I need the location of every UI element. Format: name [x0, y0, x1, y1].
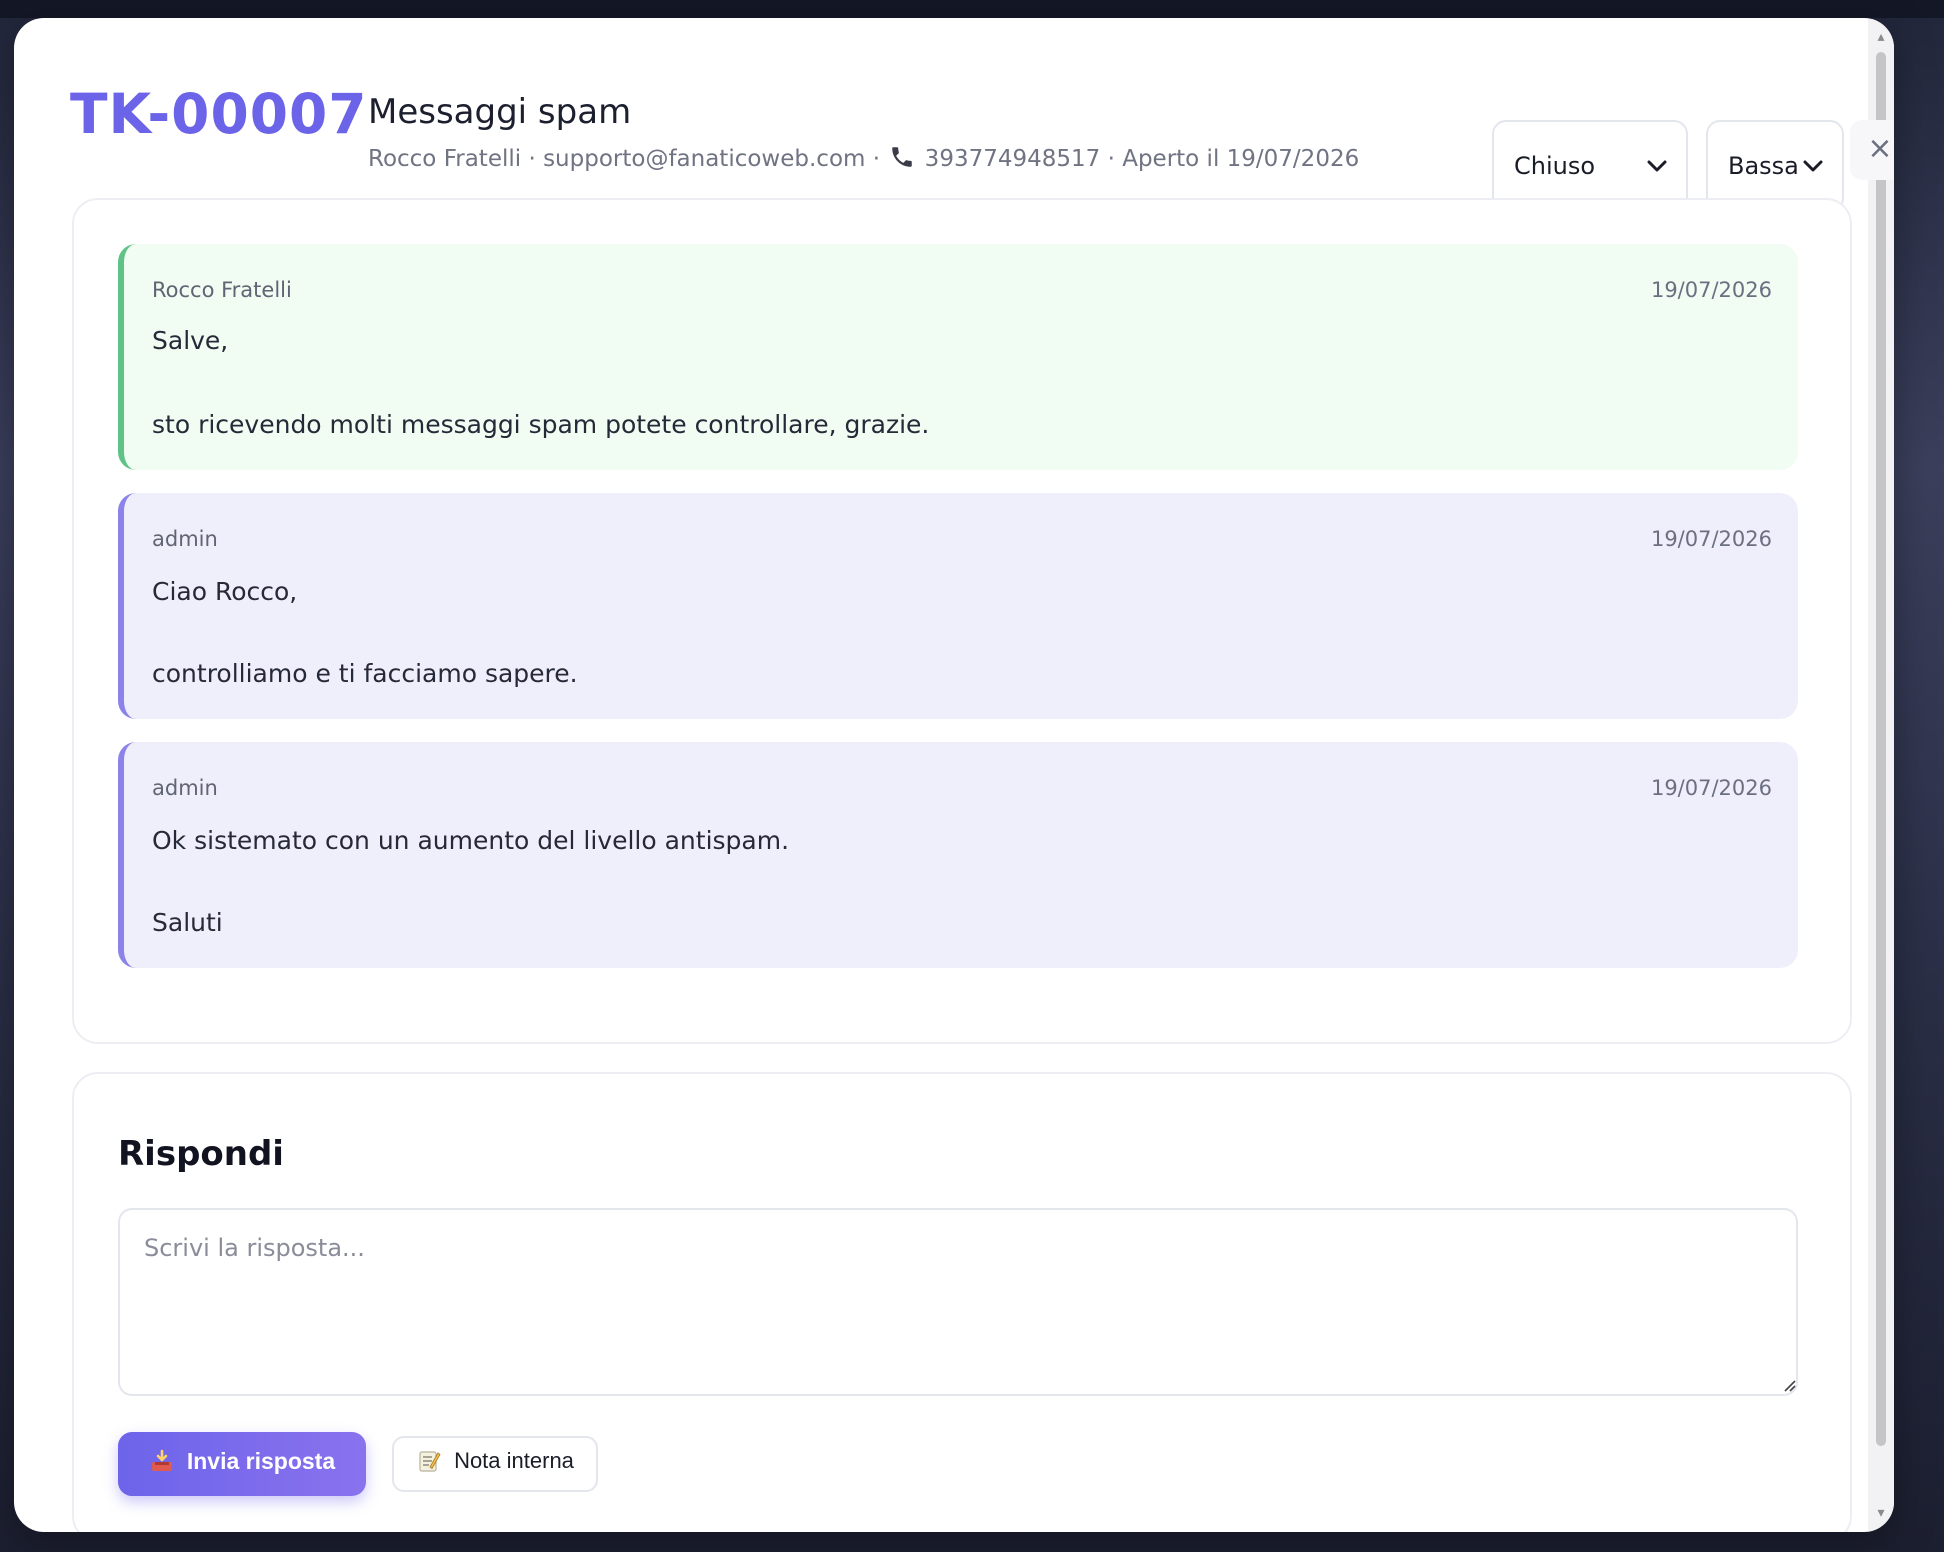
reply-title: Rispondi: [118, 1134, 284, 1174]
close-icon: ×: [1867, 131, 1893, 166]
inbox-tray-icon: [151, 1449, 172, 1472]
internal-note-button[interactable]: Nota interna: [392, 1436, 598, 1492]
message-text: sto ricevendo molti messaggi spam potete…: [152, 410, 930, 439]
chevron-down-icon: [1647, 160, 1667, 172]
ticket-title: Messaggi spam: [368, 92, 632, 132]
message-agent: admin 19/07/2026 Ciao Rocco, controlliam…: [118, 493, 1798, 719]
ticket-meta-customer: Rocco Fratelli · supporto@fanaticoweb.co…: [368, 146, 888, 172]
ticket-header: TK-00007 Messaggi spam Rocco Fratelli · …: [70, 64, 1894, 212]
message-text: controlliamo e ti facciamo sapere.: [152, 659, 578, 688]
reply-form: Rispondi Invia risposta Nota interna: [72, 1072, 1852, 1532]
ticket-meta: Rocco Fratelli · supporto@fanaticoweb.co…: [368, 144, 1359, 172]
reply-textarea[interactable]: [118, 1208, 1798, 1396]
phone-icon: [892, 147, 913, 167]
ticket-modal: ▴ ▾ TK-00007 Messaggi spam Rocco Fratell…: [14, 18, 1894, 1532]
status-select-value: Chiuso: [1514, 152, 1596, 180]
send-reply-label: Invia risposta: [186, 1447, 336, 1474]
message-text: Saluti: [152, 908, 223, 937]
scroll-down-icon[interactable]: ▾: [1868, 1500, 1894, 1526]
priority-select-value: Bassa: [1728, 152, 1799, 180]
chevron-down-icon: [1803, 160, 1823, 172]
message-author: admin: [152, 776, 218, 800]
message-text: Salve,: [152, 326, 229, 355]
message-customer: Rocco Fratelli 19/07/2026 Salve, sto ric…: [118, 244, 1798, 470]
page-backdrop: [0, 0, 1944, 18]
message-date: 19/07/2026: [1650, 527, 1772, 551]
resize-handle-icon[interactable]: [1782, 1378, 1796, 1392]
message-agent: admin 19/07/2026 Ok sistemato con un aum…: [118, 742, 1798, 968]
message-date: 19/07/2026: [1650, 278, 1772, 302]
message-date: 19/07/2026: [1650, 776, 1772, 800]
scroll-up-icon[interactable]: ▴: [1868, 24, 1894, 50]
message-thread: Rocco Fratelli 19/07/2026 Salve, sto ric…: [72, 198, 1852, 1044]
close-button[interactable]: ×: [1850, 120, 1894, 180]
modal-scrollbar[interactable]: ▴ ▾: [1868, 18, 1894, 1532]
send-reply-button[interactable]: Invia risposta: [118, 1432, 366, 1496]
memo-icon: [419, 1451, 441, 1472]
internal-note-label: Nota interna: [454, 1448, 574, 1473]
ticket-id: TK-00007: [70, 82, 368, 146]
message-author: admin: [152, 527, 218, 551]
message-author: Rocco Fratelli: [152, 278, 292, 302]
message-text: Ciao Rocco,: [152, 577, 298, 606]
ticket-meta-phone-date: 393774948517 · Aperto il 19/07/2026: [917, 146, 1360, 172]
message-text: Ok sistemato con un aumento del livello …: [152, 826, 790, 855]
scrollbar-thumb[interactable]: [1876, 52, 1886, 1446]
